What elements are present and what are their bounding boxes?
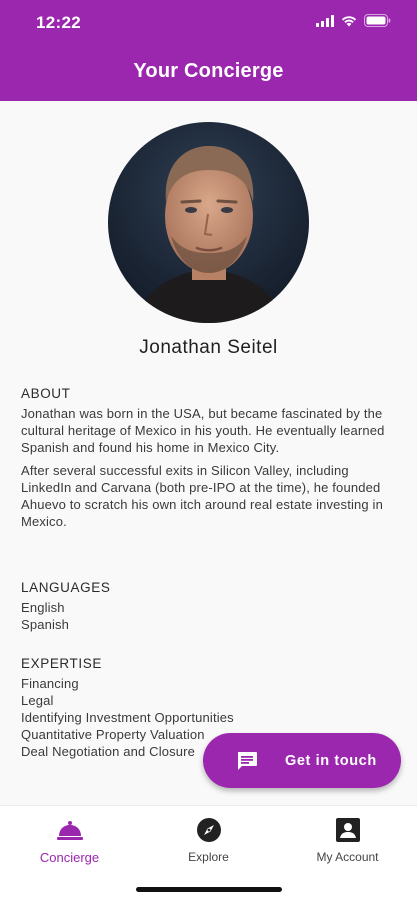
expertise-item: Identifying Investment Opportunities — [21, 710, 234, 725]
languages-heading: LANGUAGES — [21, 580, 111, 595]
languages-section: LANGUAGES English Spanish — [21, 580, 401, 633]
expertise-heading: EXPERTISE — [21, 656, 102, 671]
signal-icon — [316, 14, 334, 32]
bell-icon — [0, 816, 139, 844]
nav-label-explore: Explore — [188, 850, 229, 864]
get-in-touch-label: Get in touch — [285, 752, 377, 769]
status-icons — [316, 14, 391, 32]
battery-icon — [364, 14, 391, 32]
nav-label-concierge: Concierge — [39, 850, 100, 865]
profile-content[interactable]: Jonathan Seitel ABOUT Jonathan was born … — [0, 101, 417, 805]
profile-name: Jonathan Seitel — [139, 337, 278, 358]
account-icon — [278, 816, 417, 844]
bottom-nav: Concierge Explore My Account — [0, 805, 417, 900]
language-item: Spanish — [21, 617, 70, 632]
status-bar: 12:22 — [0, 0, 417, 46]
nav-item-explore[interactable]: Explore — [139, 816, 278, 864]
avatar-photo — [136, 146, 282, 323]
app-bar: 12:22 Your Concierge — [0, 0, 417, 101]
nav-item-concierge[interactable]: Concierge — [0, 816, 139, 865]
nav-item-my-account[interactable]: My Account — [278, 816, 417, 864]
compass-icon — [139, 816, 278, 844]
home-indicator — [136, 887, 282, 892]
expertise-item: Legal — [21, 693, 54, 708]
get-in-touch-button[interactable]: Get in touch — [203, 733, 401, 788]
about-paragraph: After several successful exits in Silico… — [21, 463, 383, 529]
wifi-icon — [341, 14, 357, 32]
about-paragraph: Jonathan was born in the USA, but became… — [21, 406, 385, 455]
chat-icon — [236, 751, 258, 771]
page-title: Your Concierge — [133, 60, 284, 82]
about-section: ABOUT Jonathan was born in the USA, but … — [21, 386, 401, 530]
nav-label-my-account: My Account — [316, 850, 379, 864]
expertise-item: Financing — [21, 676, 79, 691]
status-time: 12:22 — [36, 13, 81, 32]
language-item: English — [21, 600, 65, 615]
avatar — [108, 122, 309, 323]
about-heading: ABOUT — [21, 386, 71, 401]
